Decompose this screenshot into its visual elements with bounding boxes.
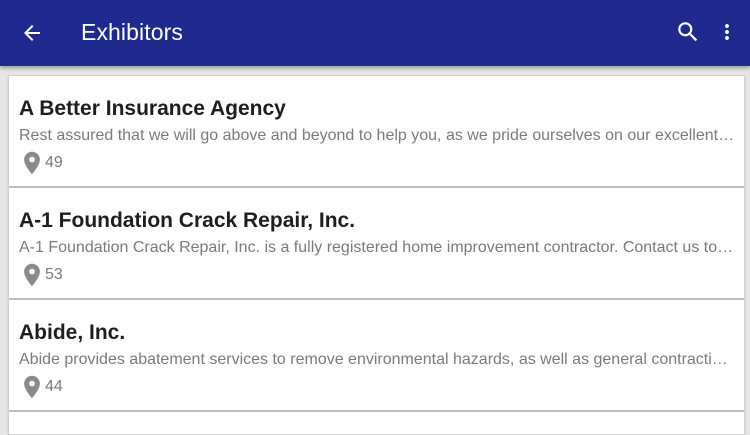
page-title: Exhibitors bbox=[81, 19, 183, 45]
exhibitor-name: A Better Insurance Agency bbox=[19, 97, 286, 120]
back-button[interactable] bbox=[10, 11, 54, 55]
exhibitor-list-item[interactable]: Abide, Inc. Abide provides abatement ser… bbox=[9, 300, 744, 412]
exhibitor-list: A Better Insurance Agency Rest assured t… bbox=[8, 75, 745, 435]
location-pin-icon bbox=[24, 375, 40, 399]
location-pin-icon bbox=[24, 151, 40, 175]
app-bar: Exhibitors bbox=[0, 0, 750, 66]
exhibitor-location: 44 bbox=[23, 374, 63, 400]
exhibitor-description: Abide provides abatement services to rem… bbox=[19, 351, 735, 368]
location-pin-icon bbox=[24, 263, 40, 287]
exhibitor-name: A-1 Foundation Crack Repair, Inc. bbox=[19, 209, 356, 232]
more-options-button[interactable] bbox=[705, 10, 749, 54]
exhibitor-list-item[interactable]: A Better Insurance Agency Rest assured t… bbox=[9, 76, 744, 188]
exhibitor-description: Rest assured that we will go above and b… bbox=[19, 127, 735, 144]
booth-number: 53 bbox=[45, 266, 63, 283]
arrow-back-icon bbox=[24, 25, 40, 41]
exhibitor-description: A-1 Foundation Crack Repair, Inc. is a f… bbox=[19, 239, 735, 256]
more-vert-icon bbox=[725, 24, 729, 40]
exhibitor-location: 49 bbox=[23, 150, 63, 176]
booth-number: 49 bbox=[45, 154, 63, 171]
search-icon bbox=[678, 22, 698, 42]
booth-number: 44 bbox=[45, 378, 63, 395]
exhibitor-location: 53 bbox=[23, 262, 63, 288]
exhibitor-list-item[interactable]: A-1 Foundation Crack Repair, Inc. A-1 Fo… bbox=[9, 188, 744, 300]
search-button[interactable] bbox=[666, 10, 710, 54]
exhibitor-name: Abide, Inc. bbox=[19, 321, 126, 344]
